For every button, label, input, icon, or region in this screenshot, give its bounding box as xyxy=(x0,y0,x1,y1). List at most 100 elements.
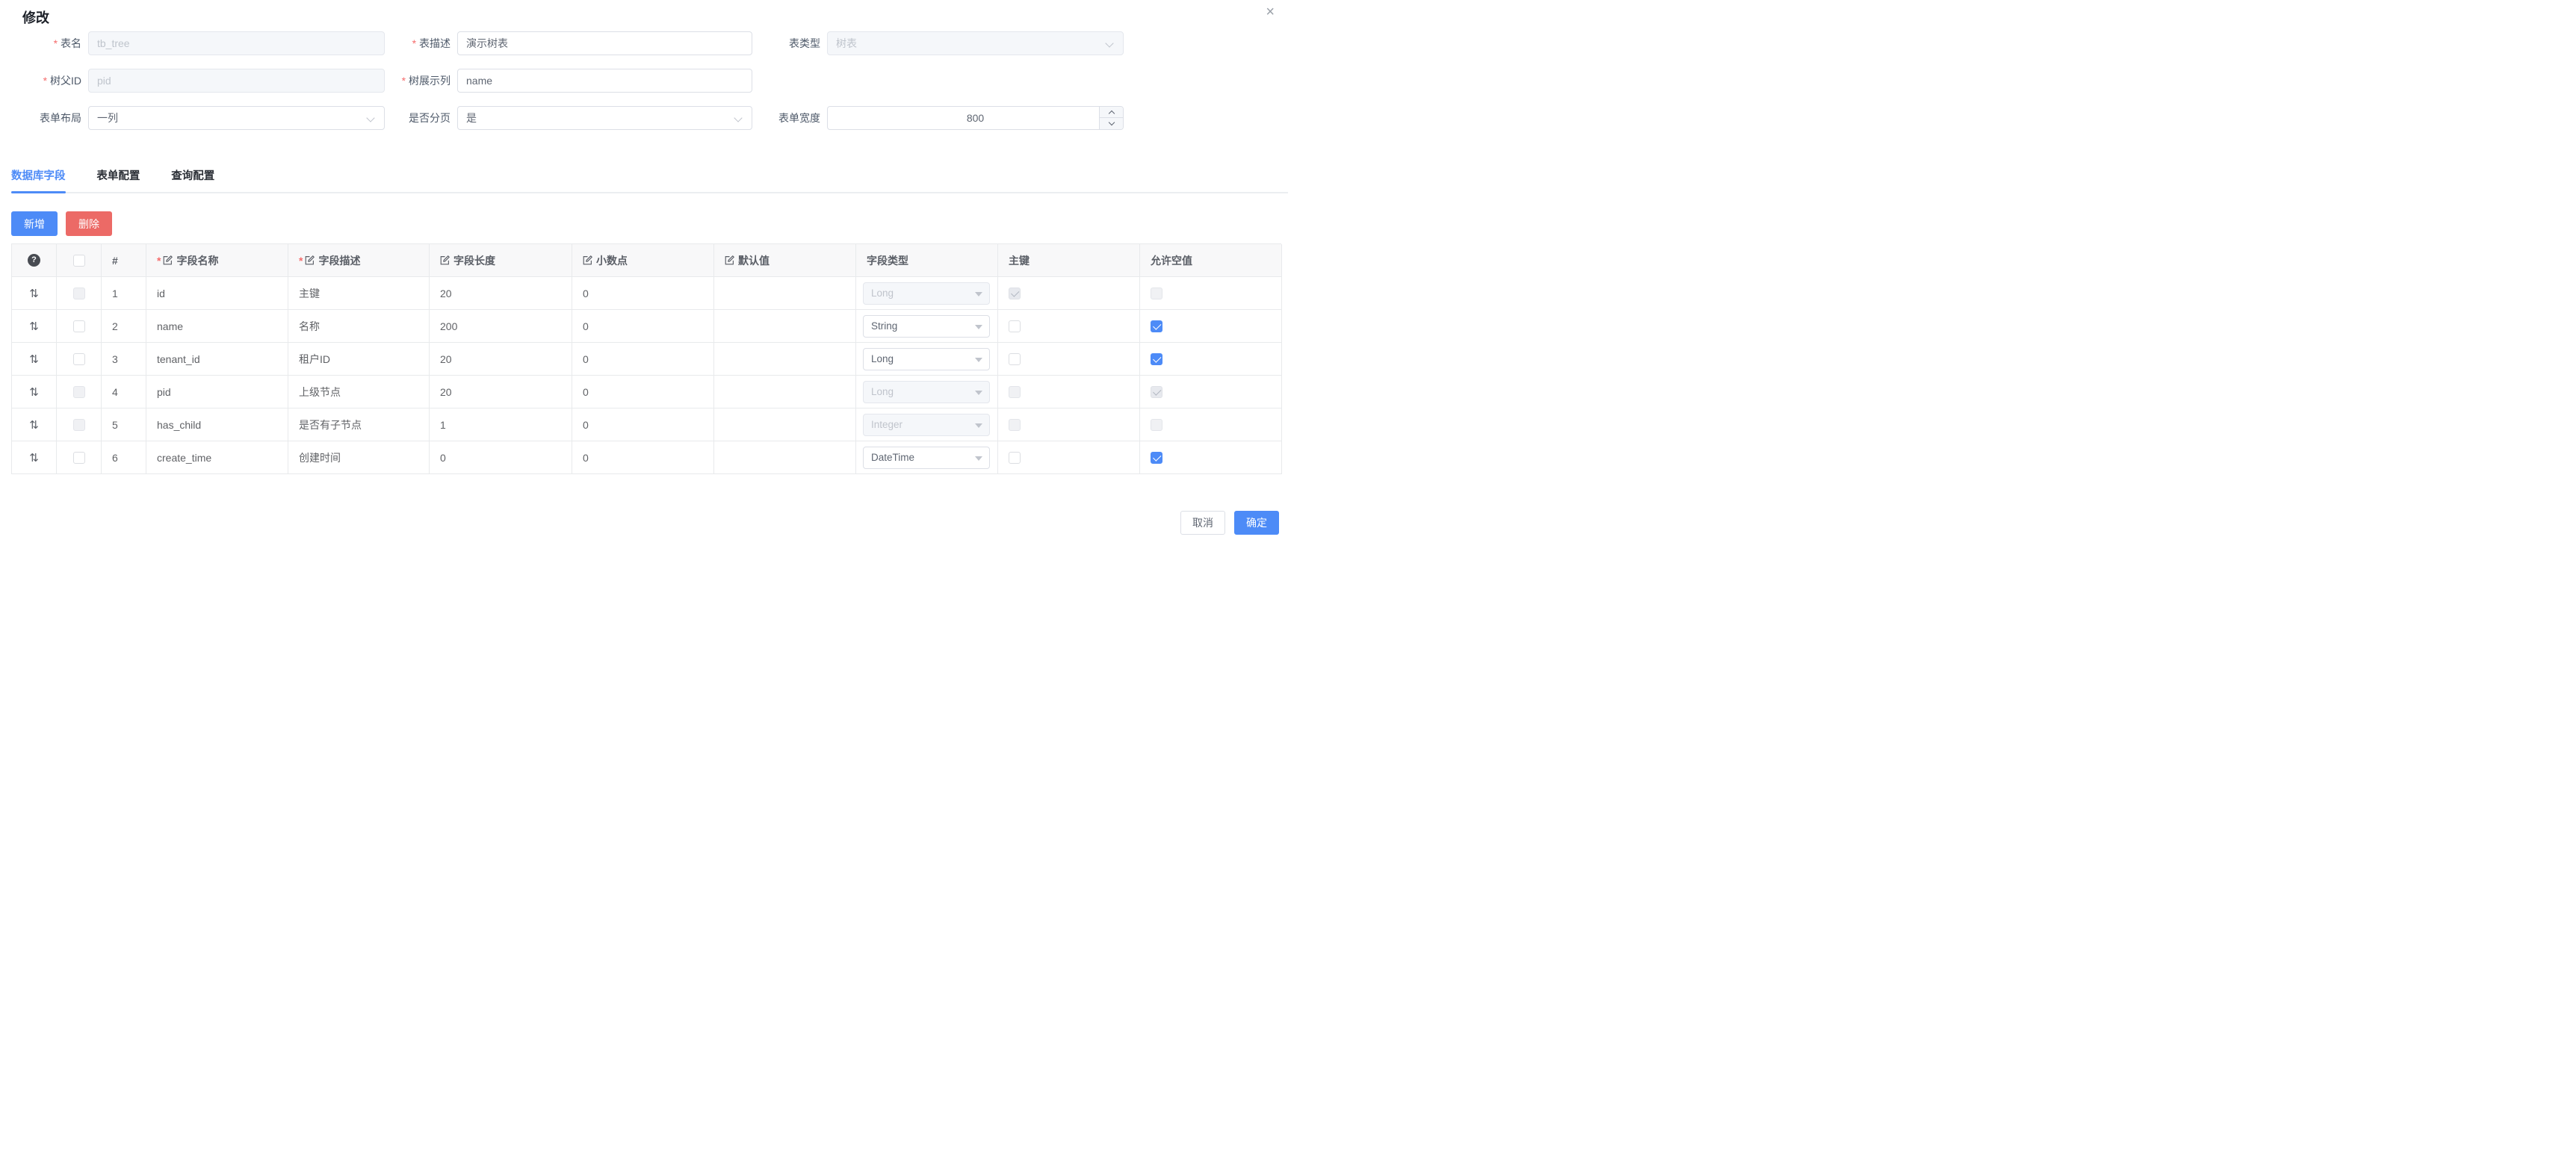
chevron-down-icon xyxy=(1108,119,1114,125)
form-width-label: 表单宽度 xyxy=(752,106,827,130)
primary-key-checkbox[interactable] xyxy=(1009,452,1021,464)
row-select-checkbox xyxy=(73,386,85,398)
drag-sort-icon[interactable]: ⇅ xyxy=(29,287,39,300)
cancel-button[interactable]: 取消 xyxy=(1180,511,1225,535)
table-name-label: 表名 xyxy=(6,31,88,55)
cell-row-index: 4 xyxy=(102,376,146,409)
cell-decimal: 0 xyxy=(572,376,714,409)
field-type-select: Long xyxy=(863,381,990,403)
cell-primary-key xyxy=(998,277,1140,310)
edit-icon xyxy=(583,255,592,265)
page-title: 修改 xyxy=(22,7,49,27)
row-select-checkbox xyxy=(73,288,85,299)
is-paginated-select[interactable]: 是 xyxy=(457,106,752,130)
cell-field-desc: 主键 xyxy=(288,277,430,310)
drag-sort-icon[interactable]: ⇅ xyxy=(29,385,39,399)
required-asterisk: * xyxy=(299,255,303,267)
nullable-checkbox xyxy=(1151,386,1162,398)
row-select-cell xyxy=(57,343,102,376)
tree-parent-id-input: pid xyxy=(88,69,385,93)
field-type-select[interactable]: DateTime xyxy=(863,447,990,469)
col-header-decimal: 小数点 xyxy=(572,244,714,277)
close-icon[interactable]: × xyxy=(1266,4,1275,19)
row-select-checkbox[interactable] xyxy=(73,320,85,332)
cell-decimal: 0 xyxy=(572,277,714,310)
nullable-checkbox[interactable] xyxy=(1151,320,1162,332)
edit-icon xyxy=(440,255,450,265)
cell-field-desc: 上级节点 xyxy=(288,376,430,409)
stepper-down-button[interactable] xyxy=(1100,118,1123,129)
tab-form-config[interactable]: 表单配置 xyxy=(96,167,140,192)
primary-key-checkbox[interactable] xyxy=(1009,353,1021,365)
cell-field-type: Long xyxy=(856,376,998,409)
table-toolbar: 新增 删除 xyxy=(11,211,112,236)
tab-database-fields[interactable]: 数据库字段 xyxy=(11,167,66,192)
select-all-checkbox[interactable] xyxy=(73,255,85,267)
row-select-checkbox[interactable] xyxy=(73,452,85,464)
add-button[interactable]: 新增 xyxy=(11,211,58,236)
drag-sort-icon[interactable]: ⇅ xyxy=(29,451,39,465)
col-header-field-name: * 字段名称 xyxy=(146,244,288,277)
drag-sort-icon[interactable]: ⇅ xyxy=(29,320,39,333)
row-select-cell xyxy=(57,310,102,343)
cell-row-index: 3 xyxy=(102,343,146,376)
row-drag-cell: ⇅ xyxy=(12,441,57,474)
table-desc-input[interactable]: 演示树表 xyxy=(457,31,752,55)
cell-decimal: 0 xyxy=(572,343,714,376)
dialog-footer: 取消 确定 xyxy=(1180,511,1279,535)
row-select-checkbox xyxy=(73,419,85,431)
drag-sort-icon[interactable]: ⇅ xyxy=(29,418,39,432)
cell-field-length: 20 xyxy=(430,376,572,409)
primary-key-checkbox xyxy=(1009,386,1021,398)
row-drag-cell: ⇅ xyxy=(12,409,57,441)
row-drag-cell: ⇅ xyxy=(12,310,57,343)
nullable-checkbox[interactable] xyxy=(1151,452,1162,464)
cell-primary-key xyxy=(998,409,1140,441)
stepper-up-button[interactable] xyxy=(1100,107,1123,118)
cell-field-desc: 创建时间 xyxy=(288,441,430,474)
tree-display-col-input[interactable]: name xyxy=(457,69,752,93)
cell-nullable xyxy=(1140,343,1282,376)
field-type-select[interactable]: Long xyxy=(863,348,990,370)
cell-field-type: Long xyxy=(856,343,998,376)
cell-field-desc: 租户ID xyxy=(288,343,430,376)
cell-field-name: create_time xyxy=(146,441,288,474)
row-select-cell xyxy=(57,409,102,441)
primary-key-checkbox xyxy=(1009,419,1021,431)
cell-field-type: Integer xyxy=(856,409,998,441)
cell-field-name: tenant_id xyxy=(146,343,288,376)
cell-primary-key xyxy=(998,310,1140,343)
cell-field-length: 200 xyxy=(430,310,572,343)
help-icon[interactable]: ? xyxy=(28,254,40,267)
form-width-value: 800 xyxy=(828,107,1123,129)
col-header-nullable: 允许空值 xyxy=(1140,244,1282,277)
chevron-up-icon xyxy=(1108,110,1114,116)
cell-default xyxy=(714,310,856,343)
cell-field-length: 0 xyxy=(430,441,572,474)
tree-display-col-label: 树展示列 xyxy=(385,69,457,93)
row-drag-cell: ⇅ xyxy=(12,277,57,310)
nullable-checkbox[interactable] xyxy=(1151,353,1162,365)
tab-query-config[interactable]: 查询配置 xyxy=(171,167,214,192)
form-width-input[interactable]: 800 xyxy=(827,106,1124,130)
primary-key-checkbox[interactable] xyxy=(1009,320,1021,332)
drag-sort-icon[interactable]: ⇅ xyxy=(29,352,39,366)
field-type-select[interactable]: String xyxy=(863,315,990,338)
delete-button[interactable]: 删除 xyxy=(66,211,112,236)
field-type-select: Long xyxy=(863,282,990,305)
cell-field-length: 20 xyxy=(430,343,572,376)
cell-default xyxy=(714,343,856,376)
field-type-select: Integer xyxy=(863,414,990,436)
form-layout-select[interactable]: 一列 xyxy=(88,106,385,130)
row-drag-cell: ⇅ xyxy=(12,343,57,376)
caret-down-icon xyxy=(975,358,982,366)
confirm-button[interactable]: 确定 xyxy=(1234,511,1279,535)
primary-key-checkbox xyxy=(1009,288,1021,299)
cell-nullable xyxy=(1140,409,1282,441)
table-type-select: 树表 xyxy=(827,31,1124,55)
cell-default xyxy=(714,376,856,409)
is-paginated-label: 是否分页 xyxy=(385,106,457,130)
cell-field-type: Long xyxy=(856,277,998,310)
row-select-checkbox[interactable] xyxy=(73,353,85,365)
cell-decimal: 0 xyxy=(572,441,714,474)
